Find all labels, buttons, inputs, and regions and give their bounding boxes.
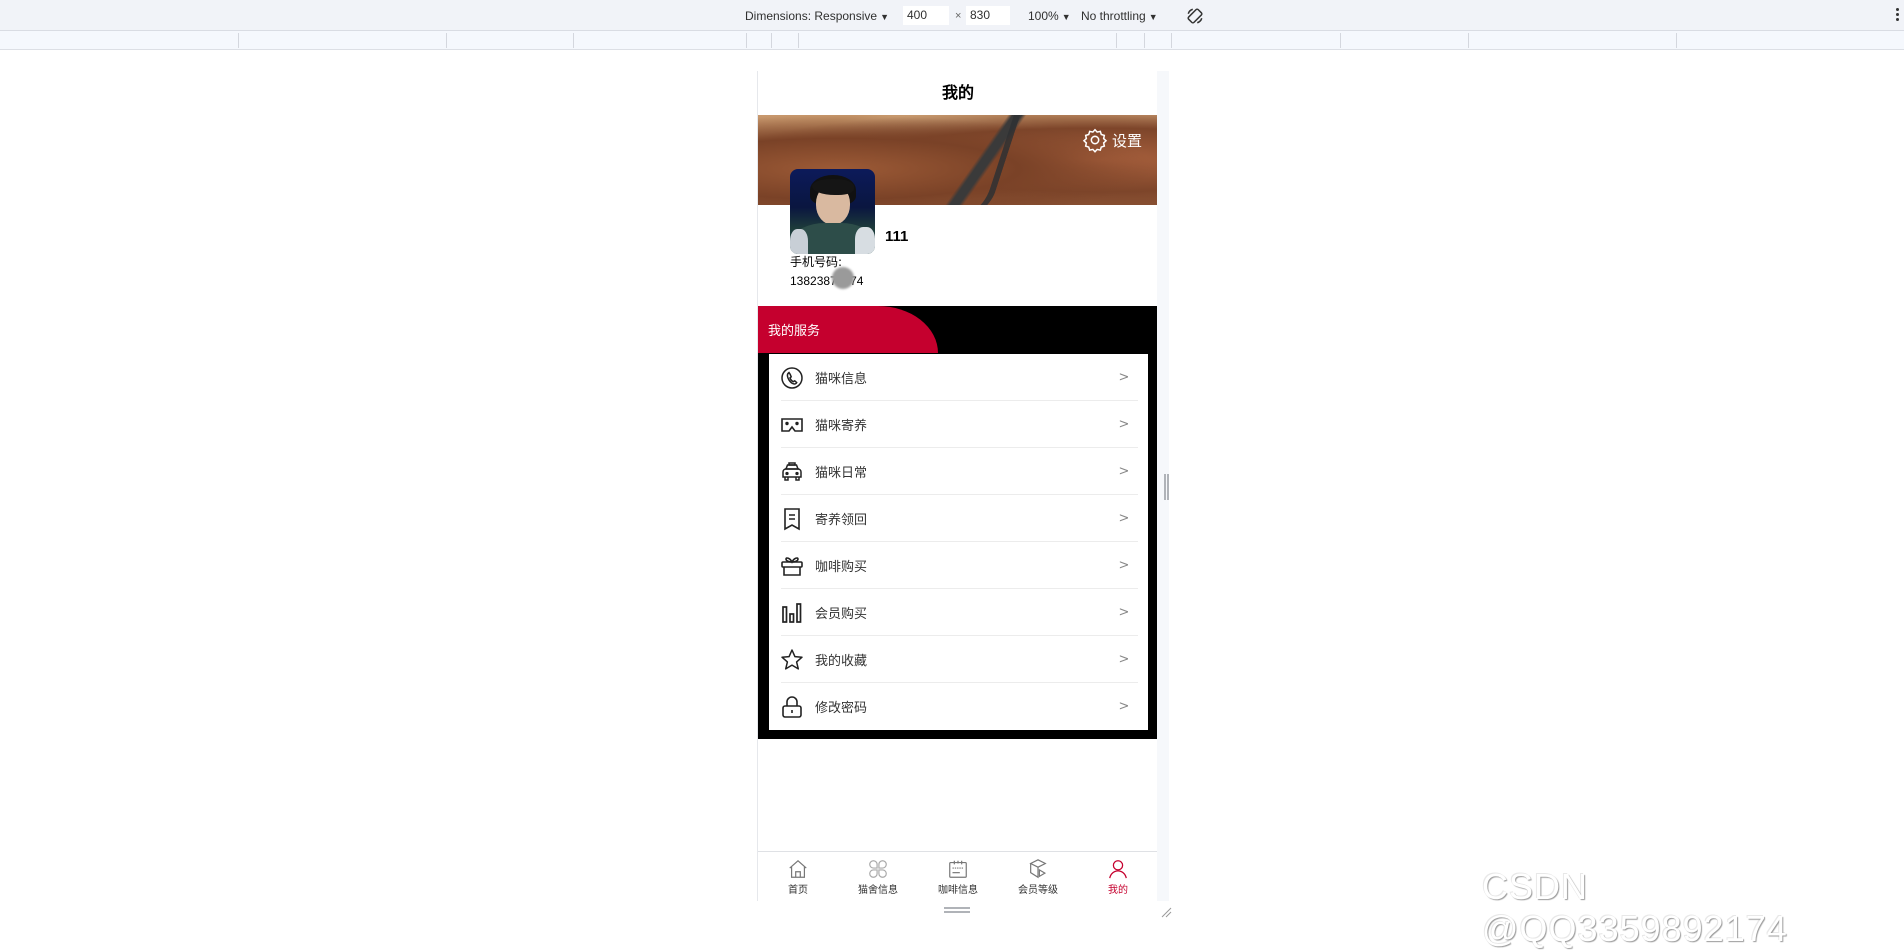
settings-label: 设置 (1111, 131, 1142, 150)
rotate-icon[interactable] (1186, 7, 1204, 25)
resize-handle-corner[interactable] (1160, 903, 1172, 918)
service-item-cat-daily[interactable]: 猫咪日常 > (769, 448, 1148, 495)
avatar-sleeve (855, 227, 875, 254)
service-item-label: 猫咪寄养 (815, 419, 868, 434)
caret-down-icon: ▼ (1061, 12, 1071, 22)
avatar-sleeve (790, 229, 808, 254)
taxi-icon (779, 459, 805, 485)
service-item-label: 我的收藏 (815, 654, 868, 669)
service-item-favorites[interactable]: 我的收藏 > (769, 636, 1148, 683)
service-item-member-purchase[interactable]: 会员购买 > (769, 589, 1148, 636)
tab-label: 咖啡信息 (938, 885, 978, 896)
chevron-right-icon: > (1118, 511, 1130, 526)
tab-coffee-info[interactable]: 咖啡信息 (918, 852, 998, 901)
more-vert-icon[interactable] (1896, 8, 1900, 24)
zoom-label: 100% (1028, 9, 1059, 23)
username: 111 (885, 228, 909, 245)
ruler-divider (746, 33, 747, 48)
service-item-label: 咖啡购买 (815, 560, 868, 575)
phone-number-info: 手机号码: 13823877774 (790, 253, 865, 291)
home-icon (789, 859, 807, 878)
tab-member-level[interactable]: 会员等级 (998, 852, 1078, 901)
chevron-right-icon: > (1118, 417, 1130, 432)
chevron-right-icon: > (1118, 370, 1130, 385)
width-input[interactable]: 400 (903, 6, 949, 25)
user-icon (1109, 860, 1127, 879)
services-title: 我的服务 (768, 324, 821, 339)
tab-mine[interactable]: 我的 (1078, 852, 1157, 901)
gift-icon (779, 553, 805, 579)
service-item-coffee-purchase[interactable]: 咖啡购买 > (769, 542, 1148, 589)
throttling-dropdown[interactable]: No throttling ▼ (1081, 9, 1158, 23)
service-item-cat-info[interactable]: 猫咪信息 > (769, 354, 1148, 401)
tab-label: 首页 (788, 885, 808, 896)
service-item-cat-boarding[interactable]: 猫咪寄养 > (769, 401, 1148, 448)
ruler-divider (1340, 33, 1341, 48)
gear-icon (1082, 128, 1108, 153)
tab-cattery-info[interactable]: 猫舍信息 (838, 852, 918, 901)
phone-label: 手机号码: (790, 255, 843, 269)
tab-label: 我的 (1108, 885, 1128, 896)
lock-icon (779, 694, 805, 720)
services-header: 我的服务 (758, 306, 938, 353)
avatar[interactable] (790, 169, 875, 254)
service-item-boarding-return[interactable]: 寄养领回 > (769, 495, 1148, 542)
phone-icon (779, 365, 805, 391)
my-services-section: 我的服务 猫咪信息 > 猫咪寄养 > 猫咪日常 > 寄养领回 > 咖啡购买 > … (758, 306, 1157, 739)
cube-icon (1029, 859, 1047, 879)
devtools-device-toolbar: Dimensions: Responsive ▼ 400 × 830 100% ▼ … (0, 0, 1904, 31)
ruler-divider (798, 33, 799, 48)
ruler-divider (1468, 33, 1469, 48)
resize-handle-right[interactable] (1164, 474, 1170, 500)
chevron-right-icon: > (1118, 464, 1130, 479)
bottom-tabbar: 首页 猫舍信息 咖啡信息 会员等级 我的 (758, 851, 1157, 901)
service-item-label: 猫咪日常 (815, 466, 868, 481)
settings-button[interactable]: 设置 (1082, 127, 1142, 153)
times-symbol: × (955, 10, 962, 22)
ruler-divider (1116, 33, 1117, 48)
dimensions-label: Dimensions: Responsive (745, 9, 878, 23)
receipt-icon (779, 506, 805, 532)
dimensions-dropdown[interactable]: Dimensions: Responsive ▼ (745, 9, 889, 23)
tab-label: 猫舍信息 (858, 885, 898, 896)
vr-glasses-icon (779, 412, 805, 438)
service-item-label: 寄养领回 (815, 513, 868, 528)
chevron-right-icon: > (1118, 699, 1130, 714)
blurred-overlay (832, 267, 854, 289)
ruler-divider (771, 33, 772, 48)
tab-home[interactable]: 首页 (758, 852, 838, 901)
star-icon (779, 647, 805, 673)
phone-viewport: 我的 设置 111 手机号码: 13823877774 我的服务 猫咪信息 > (757, 71, 1157, 901)
service-item-label: 猫咪信息 (815, 372, 868, 387)
ruler-divider (573, 33, 574, 48)
bar-chart-icon (779, 600, 805, 626)
service-item-change-password[interactable]: 修改密码 > (769, 683, 1148, 730)
ruler-divider (1171, 33, 1172, 48)
throttling-label: No throttling (1081, 9, 1146, 23)
resize-handle-bottom[interactable] (944, 907, 970, 913)
page-title: 我的 (941, 83, 974, 102)
ruler-divider (1676, 33, 1677, 48)
service-item-label: 修改密码 (815, 701, 868, 716)
ruler-divider (1144, 33, 1145, 48)
ruler-divider (238, 33, 239, 48)
avatar-fringe (812, 179, 854, 195)
caret-down-icon: ▼ (1148, 12, 1158, 22)
chevron-right-icon: > (1118, 558, 1130, 573)
chevron-right-icon: > (1118, 652, 1130, 667)
services-list: 猫咪信息 > 猫咪寄养 > 猫咪日常 > 寄养领回 > 咖啡购买 > 会员购买 … (769, 354, 1148, 730)
banner-road-decoration (945, 115, 1021, 205)
chevron-right-icon: > (1118, 605, 1130, 620)
caret-down-icon: ▼ (880, 12, 889, 22)
height-input[interactable]: 830 (966, 6, 1010, 25)
clover-icon (869, 860, 887, 878)
watermark: CSDN @QQ3359892174 (1482, 866, 1788, 949)
service-item-label: 会员购买 (815, 607, 868, 622)
zoom-dropdown[interactable]: 100% ▼ (1028, 9, 1071, 23)
calendar-icon (949, 860, 967, 878)
tab-label: 会员等级 (1018, 885, 1058, 896)
media-query-bar (0, 31, 1904, 50)
ruler-divider (446, 33, 447, 48)
